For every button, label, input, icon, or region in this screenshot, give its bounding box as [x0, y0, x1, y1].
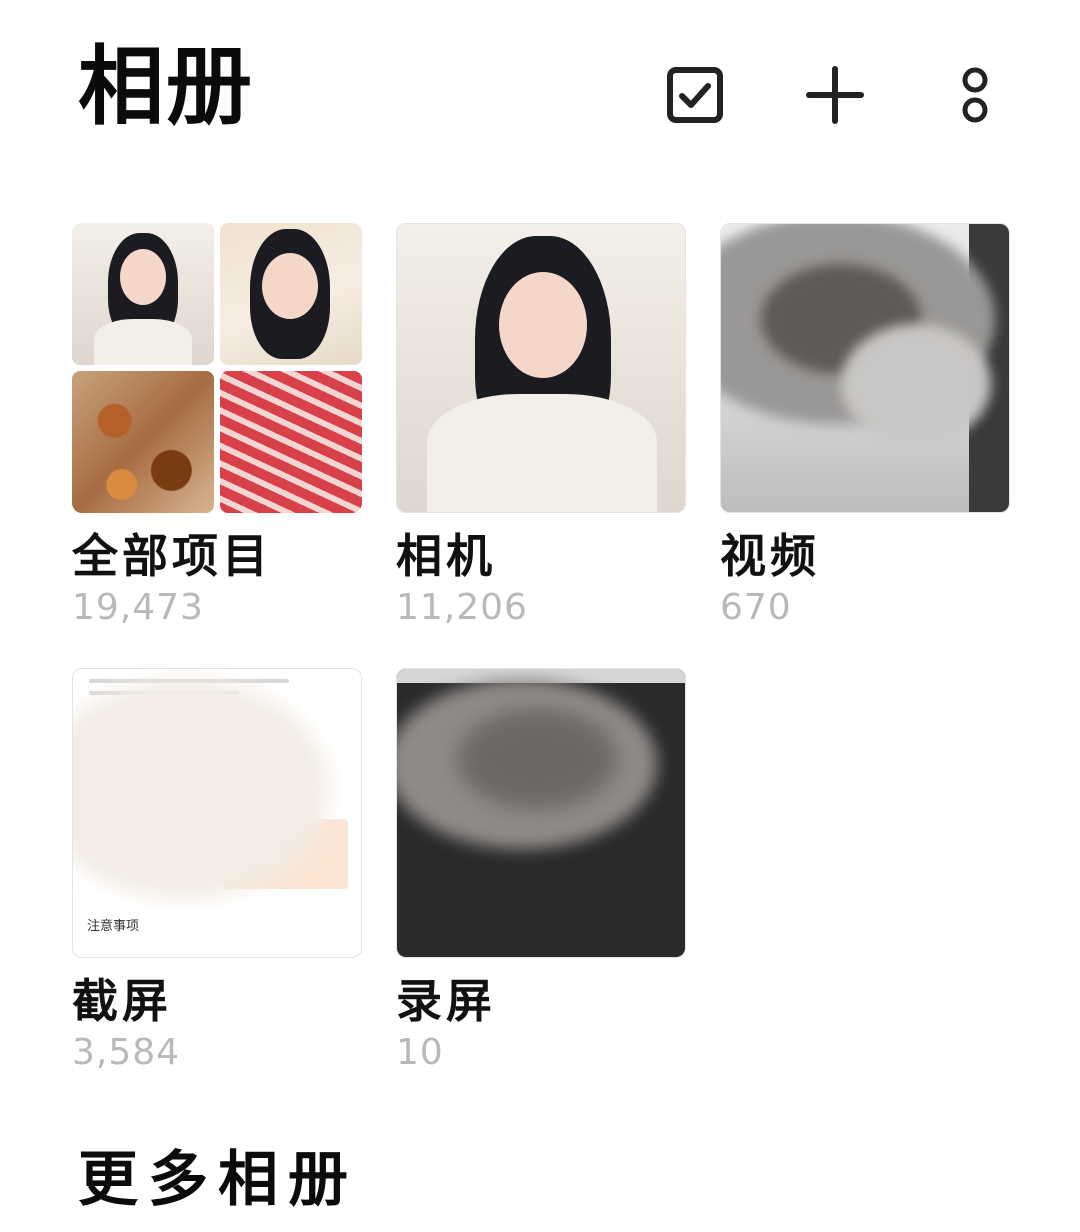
album-thumbnail: 注意事项: [72, 668, 362, 958]
album-count: 10: [396, 1031, 444, 1073]
album-thumbnail: [720, 223, 1010, 513]
checkbox-icon: [667, 67, 723, 123]
album-name: 视频: [720, 529, 820, 583]
album-thumbnail: [396, 668, 686, 958]
more-albums-title: 更多相册: [78, 1145, 358, 1215]
more-options-button[interactable]: [940, 60, 1010, 130]
photo-thumb: [220, 223, 362, 365]
photo-thumb: [72, 223, 214, 365]
more-vertical-icon: [962, 67, 988, 123]
album-page: 相册 全部项目 19,473 相机 11,206 视频 670 注意事项 截屏 …: [0, 0, 1080, 1232]
album-name: 全部项目: [72, 529, 272, 583]
plus-icon: [806, 66, 864, 124]
album-name: 相机: [396, 529, 496, 583]
album-thumbnail: [72, 223, 362, 513]
album-name: 录屏: [396, 974, 496, 1028]
album-camera[interactable]: 相机 11,206: [396, 223, 686, 627]
album-count: 19,473: [72, 586, 204, 628]
album-count: 11,206: [396, 586, 528, 628]
header-actions: [660, 60, 1010, 130]
album-video[interactable]: 视频 670: [720, 223, 1010, 627]
photo-thumb: [72, 371, 214, 513]
album-name: 截屏: [72, 974, 172, 1028]
album-count: 670: [720, 586, 792, 628]
photo-thumb: [220, 371, 362, 513]
page-title: 相册: [78, 37, 254, 137]
album-screen-recordings[interactable]: 录屏 10: [396, 668, 686, 1072]
album-screenshots[interactable]: 注意事项 截屏 3,584: [72, 668, 362, 1072]
thumb-caption: 注意事项: [87, 919, 140, 934]
album-count: 3,584: [72, 1031, 181, 1073]
album-thumbnail: [396, 223, 686, 513]
select-button[interactable]: [660, 60, 730, 130]
add-album-button[interactable]: [800, 60, 870, 130]
album-all-items[interactable]: 全部项目 19,473: [72, 223, 362, 627]
